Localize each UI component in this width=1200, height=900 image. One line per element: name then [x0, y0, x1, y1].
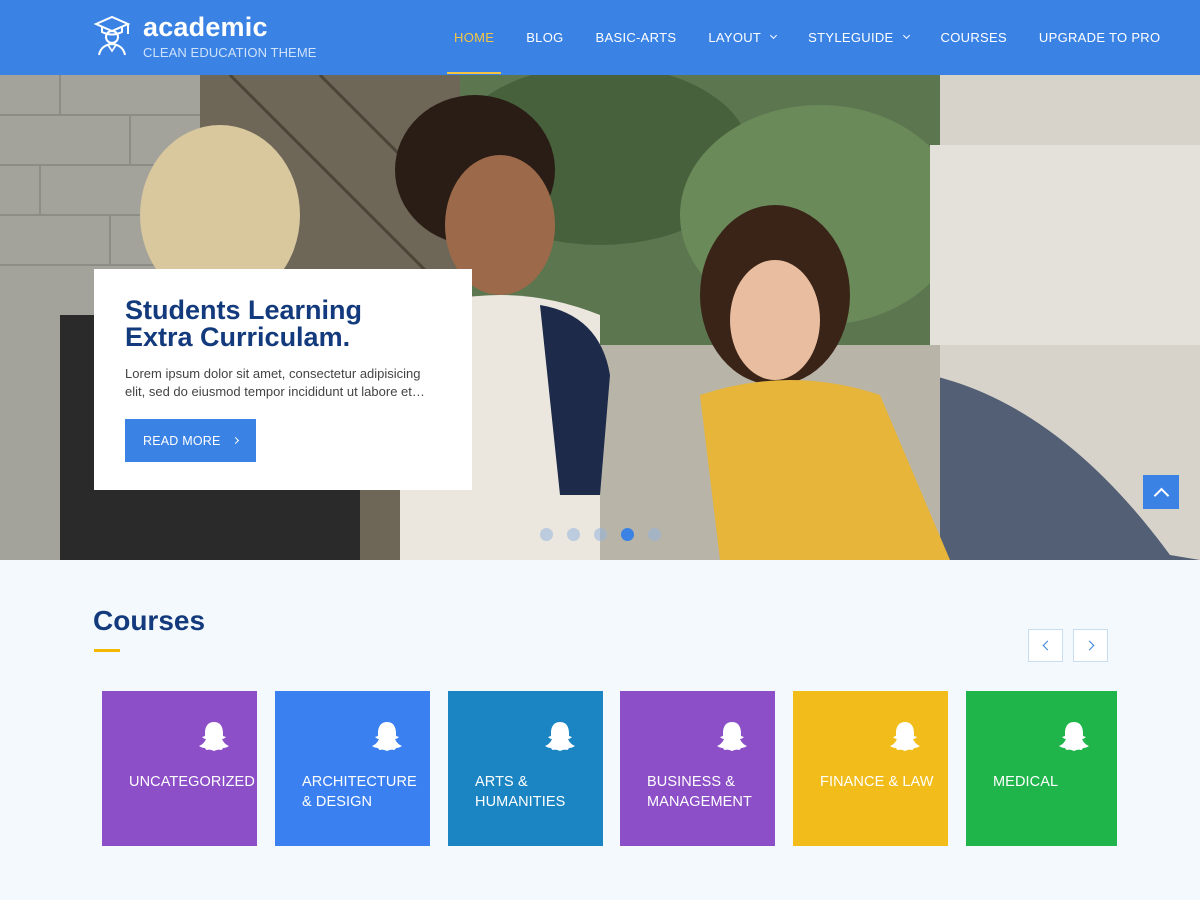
courses-prev-button[interactable]: [1028, 629, 1063, 662]
nav-item-home[interactable]: HOME: [438, 0, 510, 75]
slider-dot[interactable]: [567, 528, 580, 541]
ghost-icon: [1059, 722, 1089, 751]
hero-description: Lorem ipsum dolor sit amet, consectetur …: [125, 366, 425, 399]
nav-item-layout[interactable]: LAYOUT: [692, 0, 792, 75]
chevron-right-icon: [1084, 640, 1094, 651]
ghost-icon: [372, 722, 402, 751]
chevron-left-icon: [1042, 640, 1052, 651]
course-tile-label: ARCHITECTURE & DESIGN: [302, 774, 417, 810]
nav-item-label: BLOG: [526, 30, 564, 45]
brand-text: academic CLEAN EDUCATION THEME: [143, 14, 317, 62]
course-tile-finance-law[interactable]: FINANCE & LAW: [793, 691, 948, 846]
nav-item-label: HOME: [454, 30, 495, 45]
site-header: academic CLEAN EDUCATION THEME HOME BLOG…: [0, 0, 1200, 75]
course-tile-label: ARTS & HUMANITIES: [475, 774, 566, 810]
ghost-icon: [890, 722, 920, 751]
hero-caption-card: Students Learning Extra Curriculam. Lore…: [94, 269, 472, 490]
course-tile-medical[interactable]: MEDICAL: [966, 691, 1117, 846]
nav-item-label: STYLEGUIDE: [808, 30, 894, 45]
brand-tagline: CLEAN EDUCATION THEME: [143, 45, 317, 60]
nav-item-label: UPGRADE TO PRO: [1038, 30, 1161, 45]
courses-next-button[interactable]: [1073, 629, 1108, 662]
site-logo[interactable]: academic CLEAN EDUCATION THEME: [93, 14, 317, 62]
read-more-button[interactable]: READ MORE: [125, 419, 256, 462]
nav-item-basic-arts[interactable]: BASIC-ARTS: [580, 0, 693, 75]
read-more-label: READ MORE: [143, 433, 221, 448]
scroll-to-top-button[interactable]: [1143, 475, 1179, 509]
nav-item-blog[interactable]: BLOG: [510, 0, 579, 75]
slider-dot[interactable]: [648, 528, 661, 541]
ghost-icon: [717, 722, 747, 751]
chevron-up-icon: [1153, 487, 1169, 503]
slider-dots: [540, 528, 661, 541]
course-tile-label: MEDICAL: [993, 774, 1059, 790]
hero-title: Students Learning Extra Curriculam.: [125, 297, 441, 351]
slider-dot-active[interactable]: [621, 528, 634, 541]
main-nav: HOME BLOG BASIC-ARTS LAYOUT STYLEGUIDE C…: [438, 0, 1176, 75]
hero-title-line: Extra Curriculam.: [125, 322, 351, 352]
graduation-cap-icon: [93, 15, 131, 56]
course-tile-label: UNCATEGORIZED: [129, 774, 255, 790]
course-tile-label: FINANCE & LAW: [820, 774, 934, 790]
hero-title-line: Students Learning: [125, 295, 363, 325]
nav-item-label: COURSES: [940, 30, 1007, 45]
ghost-icon: [199, 722, 229, 751]
course-tile-business-management[interactable]: BUSINESS & MANAGEMENT: [620, 691, 775, 846]
chevron-right-icon: [231, 436, 239, 445]
hero-slider: Students Learning Extra Curriculam. Lore…: [0, 75, 1200, 560]
nav-item-courses[interactable]: COURSES: [925, 0, 1023, 75]
nav-item-label: BASIC-ARTS: [595, 30, 677, 45]
course-tile-arts-humanities[interactable]: ARTS & HUMANITIES: [448, 691, 603, 846]
chevron-down-icon: [770, 31, 778, 40]
slider-dot[interactable]: [540, 528, 553, 541]
courses-heading: Courses: [93, 605, 206, 636]
nav-item-label: LAYOUT: [708, 30, 762, 45]
nav-item-styleguide[interactable]: STYLEGUIDE: [792, 0, 924, 75]
course-tile-uncategorized[interactable]: UNCATEGORIZED: [102, 691, 257, 846]
heading-underline: [94, 649, 120, 652]
course-tile-label: BUSINESS & MANAGEMENT: [647, 774, 752, 810]
brand-name: academic: [143, 12, 268, 42]
slider-dot[interactable]: [594, 528, 607, 541]
chevron-down-icon: [902, 31, 910, 40]
nav-item-upgrade-to-pro[interactable]: UPGRADE TO PRO: [1023, 0, 1176, 75]
course-tile-architecture-design[interactable]: ARCHITECTURE & DESIGN: [275, 691, 430, 846]
ghost-icon: [545, 722, 575, 751]
